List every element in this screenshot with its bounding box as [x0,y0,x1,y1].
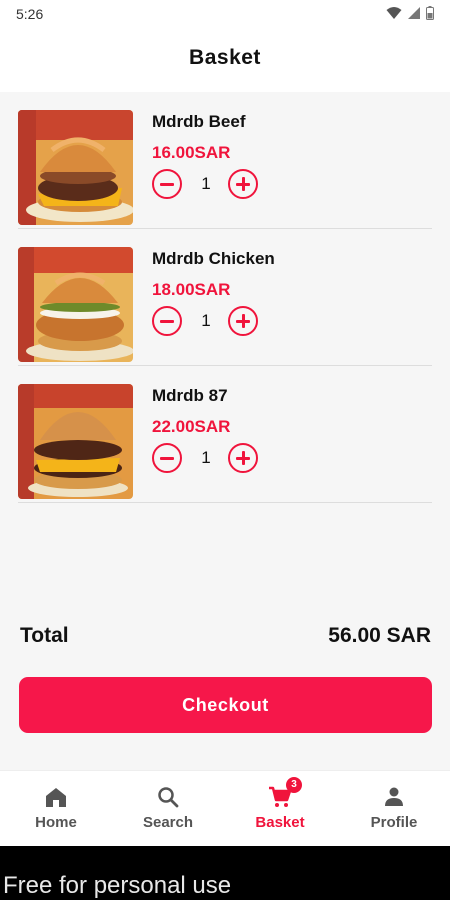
item-price: 16.00SAR [152,143,231,162]
basket-item: Mdrdb Beef 16.00SAR 1 [18,92,432,229]
watermark-text: Free for personal use [3,872,232,899]
decrease-quantity-button[interactable] [152,169,182,199]
quantity-value: 1 [201,311,211,330]
nav-search[interactable]: Search [112,771,224,847]
signal-icon [408,7,420,19]
burger-image [18,247,133,362]
search-icon [158,787,179,808]
decrease-quantity-button[interactable] [152,306,182,336]
item-price: 18.00SAR [152,280,231,299]
header: Basket [0,30,450,92]
increase-quantity-button[interactable] [228,306,258,336]
battery-icon [426,6,434,20]
nav-home[interactable]: Home [0,771,112,847]
nav-profile-label: Profile [370,814,418,831]
decrease-quantity-button[interactable] [152,443,182,473]
quantity-value: 1 [201,448,211,467]
increase-quantity-button[interactable] [228,443,258,473]
basket-item: Mdrdb 87 22.00SAR 1 [18,366,432,503]
basket-item: Mdrdb Chicken 18.00SAR 1 [18,229,432,366]
nav-profile[interactable]: Profile [338,771,450,847]
nav-home-label: Home [35,814,77,831]
burger-image [18,384,133,499]
nav-basket[interactable]: 3 Basket [224,771,336,847]
total-label: Total [20,624,69,647]
home-icon [46,788,66,807]
status-icons [386,6,434,20]
increase-quantity-button[interactable] [228,169,258,199]
burger-image [18,110,133,225]
wifi-icon [386,7,402,19]
quantity-value: 1 [201,174,211,193]
bottom-nav: Home Search 3 Basket Profile [0,770,450,847]
item-name: Mdrdb Chicken [152,249,275,268]
status-bar: 5:26 [0,0,450,30]
footer-bar: Free for personal use [0,846,450,900]
item-price: 22.00SAR [152,417,231,436]
item-name: Mdrdb Beef [152,112,246,131]
page-title: Basket [189,46,261,69]
person-icon [385,787,403,806]
nav-search-label: Search [142,814,194,831]
total-value: 56.00 SAR [328,624,431,647]
nav-basket-label: Basket [255,814,305,831]
item-name: Mdrdb 87 [152,386,228,405]
status-time: 5:26 [16,6,44,22]
checkout-button[interactable]: Checkout [19,677,432,733]
cart-count-badge: 3 [286,777,302,793]
